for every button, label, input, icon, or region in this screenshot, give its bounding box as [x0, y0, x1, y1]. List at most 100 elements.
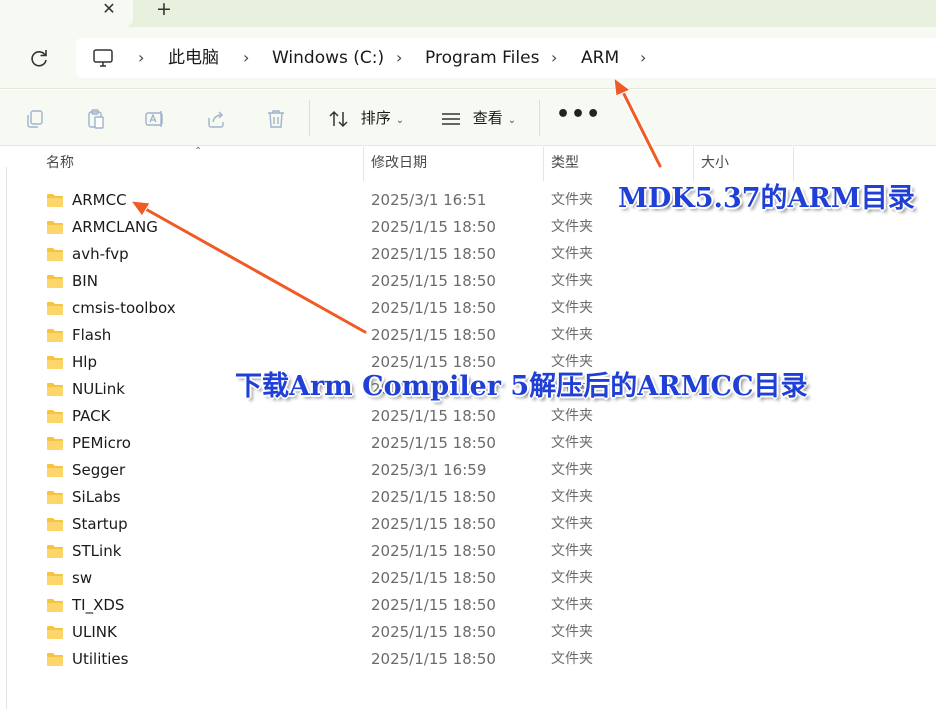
file-modified-date: 2025/1/15 18:50: [371, 596, 496, 614]
file-name[interactable]: STLink: [72, 538, 121, 565]
chevron-down-icon: ⌄: [507, 115, 517, 126]
breadcrumb-arm[interactable]: ARM: [581, 38, 619, 78]
file-name[interactable]: SiLabs: [72, 484, 121, 511]
file-type: 文件夹: [551, 300, 593, 316]
folder-icon: [47, 626, 63, 639]
file-row[interactable]: ARMCC 2025/3/1 16:51 文件夹: [20, 187, 593, 214]
file-name[interactable]: ARMCLANG: [72, 214, 158, 241]
file-name[interactable]: PEMicro: [72, 430, 131, 457]
folder-icon: [47, 464, 63, 477]
file-row[interactable]: ULINK 2025/1/15 18:50 文件夹: [20, 619, 593, 646]
navigation-bar: › 此电脑 › Windows (C:) › Program Files › A…: [0, 27, 936, 89]
breadcrumb-this-pc[interactable]: 此电脑: [168, 38, 219, 78]
file-row[interactable]: Startup 2025/1/15 18:50 文件夹: [20, 511, 593, 538]
sort-button[interactable]: 排序 ⌄: [328, 104, 404, 132]
file-type: 文件夹: [551, 462, 593, 478]
file-name[interactable]: Hlp: [72, 349, 97, 376]
file-row[interactable]: cmsis-toolbox 2025/1/15 18:50 文件夹: [20, 295, 593, 322]
file-name[interactable]: Flash: [72, 322, 111, 349]
view-button[interactable]: 查看 ⌄: [440, 104, 516, 132]
file-row[interactable]: PEMicro 2025/1/15 18:50 文件夹: [20, 430, 593, 457]
column-separator[interactable]: [363, 147, 364, 181]
active-tab[interactable]: ✕: [0, 0, 133, 27]
file-modified-date: 2025/1/15 18:50: [371, 272, 496, 290]
file-modified-date: 2025/1/15 18:50: [371, 542, 496, 560]
file-type: 文件夹: [551, 516, 593, 532]
file-modified-date: 2025/1/15 18:50: [371, 623, 496, 641]
breadcrumb-chevron[interactable]: ›: [396, 38, 402, 78]
file-name[interactable]: BIN: [72, 268, 98, 295]
copy-icon[interactable]: [24, 108, 46, 130]
file-name[interactable]: cmsis-toolbox: [72, 295, 176, 322]
file-name[interactable]: ULINK: [72, 619, 117, 646]
close-icon[interactable]: ✕: [98, 0, 120, 20]
file-name[interactable]: sw: [72, 565, 92, 592]
breadcrumb-chevron[interactable]: ›: [243, 38, 249, 78]
file-row[interactable]: avh-fvp 2025/1/15 18:50 文件夹: [20, 241, 593, 268]
view-label: 查看: [472, 109, 503, 127]
file-name[interactable]: Utilities: [72, 646, 128, 673]
file-type: 文件夹: [551, 489, 593, 505]
refresh-icon[interactable]: [27, 46, 51, 70]
file-row[interactable]: BIN 2025/1/15 18:50 文件夹: [20, 268, 593, 295]
column-header-modified[interactable]: 修改日期: [371, 147, 427, 179]
breadcrumb-chevron[interactable]: ›: [138, 38, 144, 78]
file-row[interactable]: Segger 2025/3/1 16:59 文件夹: [20, 457, 593, 484]
delete-icon[interactable]: [265, 108, 287, 130]
more-options-button[interactable]: •••: [556, 104, 600, 132]
breadcrumb-program-files[interactable]: Program Files: [425, 38, 539, 78]
file-type: 文件夹: [551, 273, 593, 289]
breadcrumb-chevron[interactable]: ›: [551, 38, 557, 78]
file-row[interactable]: TI_XDS 2025/1/15 18:50 文件夹: [20, 592, 593, 619]
file-row[interactable]: sw 2025/1/15 18:50 文件夹: [20, 565, 593, 592]
folder-icon: [47, 194, 63, 207]
file-name[interactable]: NULink: [72, 376, 125, 403]
share-icon[interactable]: [205, 108, 227, 130]
file-modified-date: 2025/1/15 18:50: [371, 434, 496, 452]
file-modified-date: 2025/1/15 18:50: [371, 515, 496, 533]
file-row[interactable]: Flash 2025/1/15 18:50 文件夹: [20, 322, 593, 349]
folder-icon: [47, 383, 63, 396]
file-modified-date: 2025/3/1 16:59: [371, 461, 487, 479]
file-type: 文件夹: [551, 219, 593, 235]
file-modified-date: 2025/3/1 16:51: [371, 191, 487, 209]
folder-icon: [47, 518, 63, 531]
folder-icon: [47, 599, 63, 612]
folder-icon: [47, 653, 63, 666]
column-header-size[interactable]: 大小: [701, 147, 729, 179]
paste-icon[interactable]: [85, 108, 107, 130]
pane-divider: [6, 167, 7, 709]
file-name[interactable]: Segger: [72, 457, 125, 484]
file-type: 文件夹: [551, 246, 593, 262]
sort-label: 排序: [360, 109, 391, 127]
file-name[interactable]: PACK: [72, 403, 110, 430]
file-row[interactable]: Utilities 2025/1/15 18:50 文件夹: [20, 646, 593, 673]
file-modified-date: 2025/1/15 18:50: [371, 218, 496, 236]
file-name[interactable]: TI_XDS: [72, 592, 124, 619]
column-header-name[interactable]: 名称: [46, 147, 74, 179]
file-name[interactable]: Startup: [72, 511, 128, 538]
column-separator[interactable]: [543, 147, 544, 181]
computer-icon[interactable]: [92, 48, 114, 68]
address-bar[interactable]: › 此电脑 › Windows (C:) › Program Files › A…: [76, 38, 936, 78]
file-modified-date: 2025/1/15 18:50: [371, 299, 496, 317]
folder-icon: [47, 545, 63, 558]
annotation-armcc-directory: 下载Arm Compiler 5解压后的ARMCC目录: [235, 371, 808, 402]
file-modified-date: 2025/1/15 18:50: [371, 407, 496, 425]
annotation-arm-directory: MDK5.37的ARM目录: [618, 183, 915, 214]
chevron-down-icon: ⌄: [395, 115, 405, 126]
breadcrumb-windows-c[interactable]: Windows (C:): [272, 38, 384, 78]
file-row[interactable]: STLink 2025/1/15 18:50 文件夹: [20, 538, 593, 565]
plus-icon[interactable]: +: [153, 0, 175, 20]
file-type: 文件夹: [551, 651, 593, 667]
file-row[interactable]: SiLabs 2025/1/15 18:50 文件夹: [20, 484, 593, 511]
file-modified-date: 2025/1/15 18:50: [371, 326, 496, 344]
column-header-type[interactable]: 类型: [551, 147, 579, 179]
file-name[interactable]: ARMCC: [72, 187, 127, 214]
file-name[interactable]: avh-fvp: [72, 241, 129, 268]
file-modified-date: 2025/1/15 18:50: [371, 488, 496, 506]
file-row[interactable]: PACK 2025/1/15 18:50 文件夹: [20, 403, 593, 430]
file-row[interactable]: ARMCLANG 2025/1/15 18:50 文件夹: [20, 214, 593, 241]
rename-icon[interactable]: [144, 108, 166, 130]
breadcrumb-chevron[interactable]: ›: [640, 38, 646, 78]
